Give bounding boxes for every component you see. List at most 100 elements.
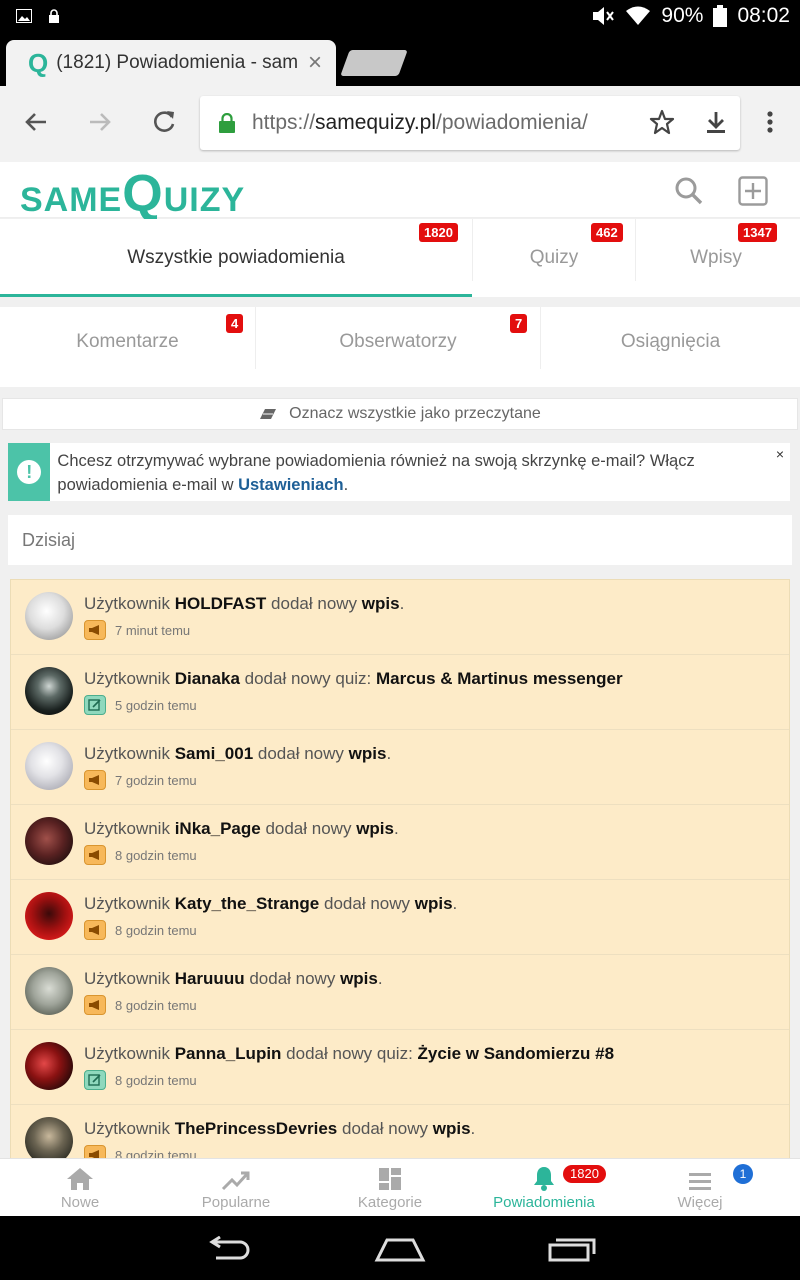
tab-followers[interactable]: Obserwatorzy xyxy=(256,307,540,377)
count-badge: 1820 xyxy=(419,223,458,242)
battery-icon xyxy=(713,5,728,27)
object-link[interactable]: wpis xyxy=(349,744,387,763)
avatar[interactable] xyxy=(25,892,73,940)
notification-text: Użytkownik iNka_Page dodał nowy wpis. xyxy=(84,819,399,838)
close-alert-icon[interactable]: × xyxy=(776,446,784,462)
menu-icon xyxy=(689,1173,711,1190)
list-item[interactable]: Użytkownik Haruuuu dodał nowy wpis. 8 go… xyxy=(11,955,789,1030)
megaphone-icon xyxy=(84,845,106,865)
home-icon xyxy=(67,1168,93,1190)
avatar[interactable] xyxy=(25,592,73,640)
object-link[interactable]: wpis xyxy=(433,1119,471,1138)
status-bar: 90% 08:02 xyxy=(0,0,800,34)
nav-label: Więcej xyxy=(677,1194,723,1211)
tab-title: (1821) Powiadomienia - sam xyxy=(56,52,299,73)
download-button[interactable] xyxy=(700,108,732,140)
browser-menu-button[interactable] xyxy=(754,108,786,140)
avatar[interactable] xyxy=(25,1042,73,1090)
trending-icon xyxy=(221,1171,250,1191)
list-item[interactable]: Użytkownik Katy_the_Strange dodał nowy w… xyxy=(11,880,789,955)
object-link[interactable]: wpis xyxy=(415,894,453,913)
add-square-icon xyxy=(738,176,768,206)
android-recents-icon[interactable] xyxy=(548,1236,596,1262)
avatar[interactable] xyxy=(25,742,73,790)
timestamp: 7 minut temu xyxy=(115,622,191,638)
close-tab-icon[interactable]: × xyxy=(308,49,322,77)
username-link[interactable]: Haruuuu xyxy=(175,969,245,988)
nav-categories[interactable]: Kategorie xyxy=(310,1159,470,1217)
tab-comments[interactable]: Komentarze xyxy=(0,307,255,377)
timestamp: 8 godzin temu xyxy=(115,1147,197,1159)
nav-new[interactable]: Nowe xyxy=(0,1159,160,1217)
tab-all-notifications[interactable]: Wszystkie powiadomienia xyxy=(0,219,472,297)
site-logo[interactable]: SAMEQUIZY xyxy=(20,164,245,224)
active-tab-indicator xyxy=(0,294,472,297)
username-link[interactable]: HOLDFAST xyxy=(175,594,267,613)
bookmark-button[interactable] xyxy=(646,108,678,140)
avatar[interactable] xyxy=(25,667,73,715)
site-header: SAMEQUIZY xyxy=(0,162,800,223)
site-search-button[interactable] xyxy=(674,176,704,211)
list-item[interactable]: Użytkownik ThePrincessDevries dodał nowy… xyxy=(11,1105,789,1158)
edit-icon xyxy=(84,1070,106,1090)
list-item[interactable]: Użytkownik Panna_Lupin dodał nowy quiz: … xyxy=(11,1030,789,1105)
android-home-icon[interactable] xyxy=(374,1236,426,1262)
battery-percent: 90% xyxy=(661,4,704,27)
secure-lock-icon xyxy=(219,113,235,133)
browser-tab-strip: Q (1821) Powiadomienia - sam × xyxy=(0,34,800,86)
tab-label: Quizy xyxy=(529,247,579,268)
object-link[interactable]: Życie w Sandomierzu #8 xyxy=(418,1044,615,1063)
object-link[interactable]: Marcus & Martinus messenger xyxy=(376,669,623,688)
android-back-icon[interactable] xyxy=(206,1236,252,1262)
avatar[interactable] xyxy=(25,1117,73,1158)
timestamp: 8 godzin temu xyxy=(115,997,197,1013)
username-link[interactable]: Dianaka xyxy=(175,669,240,688)
clock: 08:02 xyxy=(737,4,790,27)
object-link[interactable]: wpis xyxy=(356,819,394,838)
new-tab-button[interactable] xyxy=(340,50,408,76)
count-badge: 462 xyxy=(591,223,623,242)
nav-notifications[interactable]: Powiadomienia 1820 xyxy=(464,1159,624,1217)
email-notification-alert: ! Chcesz otrzymywać wybrane powiadomieni… xyxy=(8,443,790,501)
username-link[interactable]: Katy_the_Strange xyxy=(175,894,320,913)
forward-button[interactable] xyxy=(84,108,116,140)
mark-all-read-button[interactable]: Oznacz wszystkie jako przeczytane xyxy=(2,398,798,430)
tab-label: Wszystkie powiadomienia xyxy=(127,247,345,268)
notification-text: Użytkownik Sami_001 dodał nowy wpis. xyxy=(84,744,392,763)
settings-link[interactable]: Ustawieniach xyxy=(238,476,343,494)
back-button[interactable] xyxy=(20,108,52,140)
alert-text: Chcesz otrzymywać wybrane powiadomienia … xyxy=(57,452,695,494)
nav-more[interactable]: Więcej 1 xyxy=(620,1159,780,1217)
list-item[interactable]: Użytkownik Sami_001 dodał nowy wpis. 7 g… xyxy=(11,730,789,805)
username-link[interactable]: Panna_Lupin xyxy=(175,1044,282,1063)
reload-button[interactable] xyxy=(148,108,180,140)
site-favicon-icon: Q xyxy=(28,47,49,78)
list-item[interactable]: Użytkownik iNka_Page dodał nowy wpis. 8 … xyxy=(11,805,789,880)
arrow-left-icon xyxy=(25,113,46,131)
list-item[interactable]: Użytkownik Dianaka dodał nowy quiz: Marc… xyxy=(11,655,789,730)
megaphone-icon xyxy=(84,1145,106,1158)
avatar[interactable] xyxy=(25,967,73,1015)
username-link[interactable]: ThePrincessDevries xyxy=(175,1119,338,1138)
count-badge: 4 xyxy=(226,314,244,333)
timestamp: 8 godzin temu xyxy=(115,1072,197,1088)
mute-icon xyxy=(593,7,615,25)
list-item[interactable]: Użytkownik HOLDFAST dodał nowy wpis. 7 m… xyxy=(11,580,789,655)
avatar[interactable] xyxy=(25,817,73,865)
notification-text: Użytkownik HOLDFAST dodał nowy wpis. xyxy=(84,594,405,613)
username-link[interactable]: Sami_001 xyxy=(175,744,253,763)
username-link[interactable]: iNka_Page xyxy=(175,819,261,838)
lock-notification-icon xyxy=(49,9,59,23)
reload-icon xyxy=(154,111,175,132)
megaphone-icon xyxy=(84,995,106,1015)
notification-text: Użytkownik Dianaka dodał nowy quiz: Marc… xyxy=(84,669,623,688)
browser-tab-active[interactable]: Q (1821) Powiadomienia - sam × xyxy=(6,40,336,86)
nav-popular[interactable]: Popularne xyxy=(156,1159,316,1217)
tab-achievements[interactable]: Osiągnięcia xyxy=(541,307,800,377)
notification-list: Użytkownik HOLDFAST dodał nowy wpis. 7 m… xyxy=(10,579,790,1158)
create-button[interactable] xyxy=(738,176,768,211)
object-link[interactable]: wpis xyxy=(340,969,378,988)
object-link[interactable]: wpis xyxy=(362,594,400,613)
tab-label: Komentarze xyxy=(76,331,179,352)
eraser-icon xyxy=(260,409,277,419)
